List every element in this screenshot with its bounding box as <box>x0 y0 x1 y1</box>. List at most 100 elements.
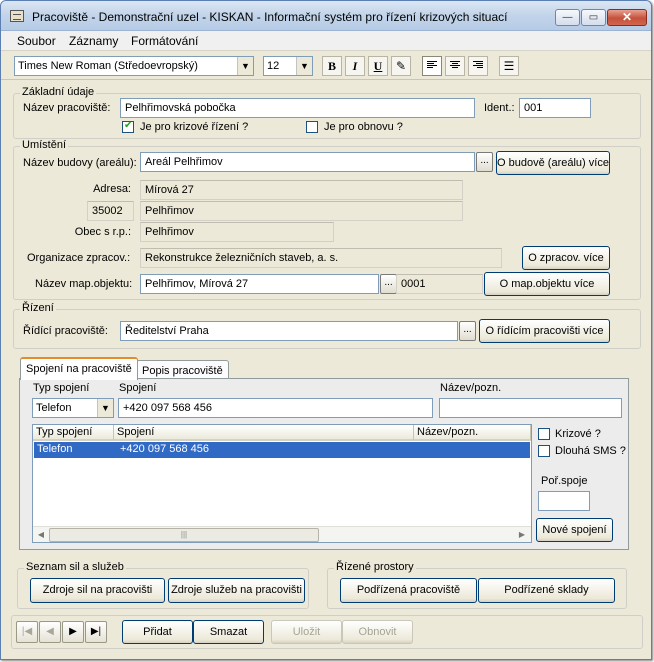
force-resources-button[interactable]: Zdroje sil na pracovišti <box>30 578 165 603</box>
scroll-thumb[interactable]: ||| <box>49 528 319 542</box>
conn-field[interactable]: +420 097 568 456 <box>118 398 433 418</box>
chevron-down-icon[interactable]: ▼ <box>97 399 113 417</box>
subordinate-workplaces-button[interactable]: Podřízená pracoviště <box>340 578 477 603</box>
crisis-checkbox[interactable] <box>122 120 134 133</box>
first-record-button[interactable]: |◀ <box>16 621 38 643</box>
menu-formatovani[interactable]: Formátování <box>131 34 198 48</box>
restore-button[interactable]: Obnovit <box>342 620 413 644</box>
note-field[interactable] <box>439 398 622 418</box>
first-icon: |◀ <box>21 626 33 637</box>
new-connection-button[interactable]: Nové spojení <box>536 518 613 542</box>
controlling-workplace-browse-button[interactable]: ... <box>459 321 476 341</box>
font-size-value: 12 <box>267 60 280 72</box>
city-field: Pelhřimov <box>140 201 463 221</box>
horizontal-scrollbar[interactable]: ◀ ||| ▶ <box>33 526 531 542</box>
align-center-button[interactable] <box>445 56 465 76</box>
title-bar: Pracoviště - Demonstrační uzel - KISKAN … <box>1 1 651 31</box>
minimize-button[interactable]: — <box>555 9 580 26</box>
col-conn[interactable]: Spojení <box>114 425 414 441</box>
add-button[interactable]: Přidat <box>122 620 193 644</box>
menu-bar: Soubor Záznamy Formátování <box>1 31 651 51</box>
prev-icon: ◀ <box>46 626 54 637</box>
delete-button[interactable]: Smazat <box>193 620 264 644</box>
align-right-button[interactable] <box>468 56 488 76</box>
scroll-left-icon[interactable]: ◀ <box>34 528 48 542</box>
font-value: Times New Roman (Středoevropský) <box>18 60 198 72</box>
chevron-down-icon[interactable]: ▼ <box>237 57 253 75</box>
next-record-button[interactable]: ▶ <box>62 621 84 643</box>
close-button[interactable]: ✕ <box>607 9 647 26</box>
long-sms-checkbox[interactable] <box>538 445 550 457</box>
renewal-checkbox[interactable] <box>306 121 318 133</box>
location-label: Umístění <box>20 139 69 151</box>
menu-soubor[interactable]: Soubor <box>17 34 56 48</box>
tab-connections[interactable]: Spojení na pracoviště <box>20 357 138 380</box>
window-title: Pracoviště - Demonstrační uzel - KISKAN … <box>32 10 508 24</box>
building-more-button[interactable]: O budově (areálu) více <box>496 151 610 175</box>
last-icon: ▶| <box>90 626 102 637</box>
building-browse-button[interactable]: ... <box>476 152 493 172</box>
municipality-label: Obec s r.p.: <box>74 226 131 238</box>
org-label: Organizace zpracov.: <box>27 252 131 264</box>
conn-type-select[interactable]: Telefon ▼ <box>32 398 114 418</box>
text-color-button[interactable]: ✎ <box>391 56 411 76</box>
long-sms-label: Dlouhá SMS ? <box>555 445 626 457</box>
bold-button[interactable]: B <box>322 56 342 76</box>
address-field: Mírová 27 <box>140 180 463 200</box>
order-field[interactable] <box>538 491 590 511</box>
map-object-more-button[interactable]: O map.objektu více <box>484 272 610 296</box>
building-label: Název budovy (areálu): <box>23 157 137 169</box>
next-icon: ▶ <box>69 626 77 637</box>
font-select[interactable]: Times New Roman (Středoevropský) ▼ <box>14 56 254 76</box>
palette-icon: ✎ <box>395 59 407 73</box>
menu-zaznamy[interactable]: Záznamy <box>69 34 118 48</box>
format-toolbar: Times New Roman (Středoevropský) ▼ 12 ▼ … <box>1 52 651 80</box>
align-left-button[interactable] <box>422 56 442 76</box>
workplace-name-field[interactable]: Pelhřimovská pobočka <box>120 98 475 118</box>
conn-type-value: Telefon <box>36 402 72 414</box>
control-label: Řízení <box>20 302 56 314</box>
basic-info-label: Základní údaje <box>20 86 97 98</box>
italic-button[interactable]: I <box>345 56 365 76</box>
connections-list[interactable]: Typ spojení Spojení Název/pozn. Telefon … <box>32 424 532 543</box>
org-more-button[interactable]: O zpracov. více <box>522 246 610 270</box>
crisis-conn-checkbox[interactable] <box>538 428 550 440</box>
workplace-name-label: Název pracoviště: <box>23 102 111 114</box>
last-record-button[interactable]: ▶| <box>85 621 107 643</box>
controlling-workplace-more-button[interactable]: O řídícím pracovišti více <box>479 319 610 343</box>
align-center-icon <box>450 61 460 70</box>
org-field: Rekonstrukce železničních staveb, a. s. <box>140 248 502 268</box>
map-object-field[interactable]: Pelhřimov, Mírová 27 <box>140 274 379 294</box>
map-object-browse-button[interactable]: ... <box>380 274 397 294</box>
renewal-checkbox-label: Je pro obnovu ? <box>324 121 403 133</box>
prev-record-button[interactable]: ◀ <box>39 621 61 643</box>
subordinate-warehouses-button[interactable]: Podřízené sklady <box>478 578 615 603</box>
crisis-conn-label: Krizové ? <box>555 428 601 440</box>
ident-field[interactable]: 001 <box>519 98 591 118</box>
scroll-right-icon[interactable]: ▶ <box>515 528 529 542</box>
conn-type-label: Typ spojení <box>33 382 90 394</box>
service-resources-button[interactable]: Zdroje služeb na pracovišti <box>168 578 305 603</box>
map-object-label: Název map.objektu: <box>35 278 133 290</box>
building-field[interactable]: Areál Pelhřimov <box>140 152 475 172</box>
chevron-down-icon[interactable]: ▼ <box>296 57 312 75</box>
col-note[interactable]: Název/pozn. <box>414 425 531 441</box>
controlling-workplace-field[interactable]: Ředitelství Praha <box>120 321 458 341</box>
controlling-workplace-label: Řídící pracoviště: <box>23 325 108 337</box>
save-button[interactable]: Uložit <box>271 620 342 644</box>
map-object-code-field: 0001 <box>396 274 483 294</box>
bullet-list-button[interactable]: ☰ <box>499 56 519 76</box>
note-label: Název/pozn. <box>440 382 502 394</box>
controlled-spaces-label: Řízené prostory <box>334 561 416 573</box>
crisis-checkbox-label: Je pro krizové řízení ? <box>140 121 249 133</box>
table-row[interactable]: Telefon +420 097 568 456 <box>34 442 530 458</box>
underline-button[interactable]: U <box>368 56 388 76</box>
zip-field: 35002 <box>87 201 134 221</box>
font-size-select[interactable]: 12 ▼ <box>263 56 313 76</box>
align-left-icon <box>427 61 437 70</box>
address-label: Adresa: <box>93 183 131 195</box>
maximize-button[interactable]: ▭ <box>581 9 606 26</box>
col-conn-type[interactable]: Typ spojení <box>33 425 114 441</box>
app-icon <box>10 10 24 22</box>
order-label: Poř.spoje <box>541 475 588 487</box>
